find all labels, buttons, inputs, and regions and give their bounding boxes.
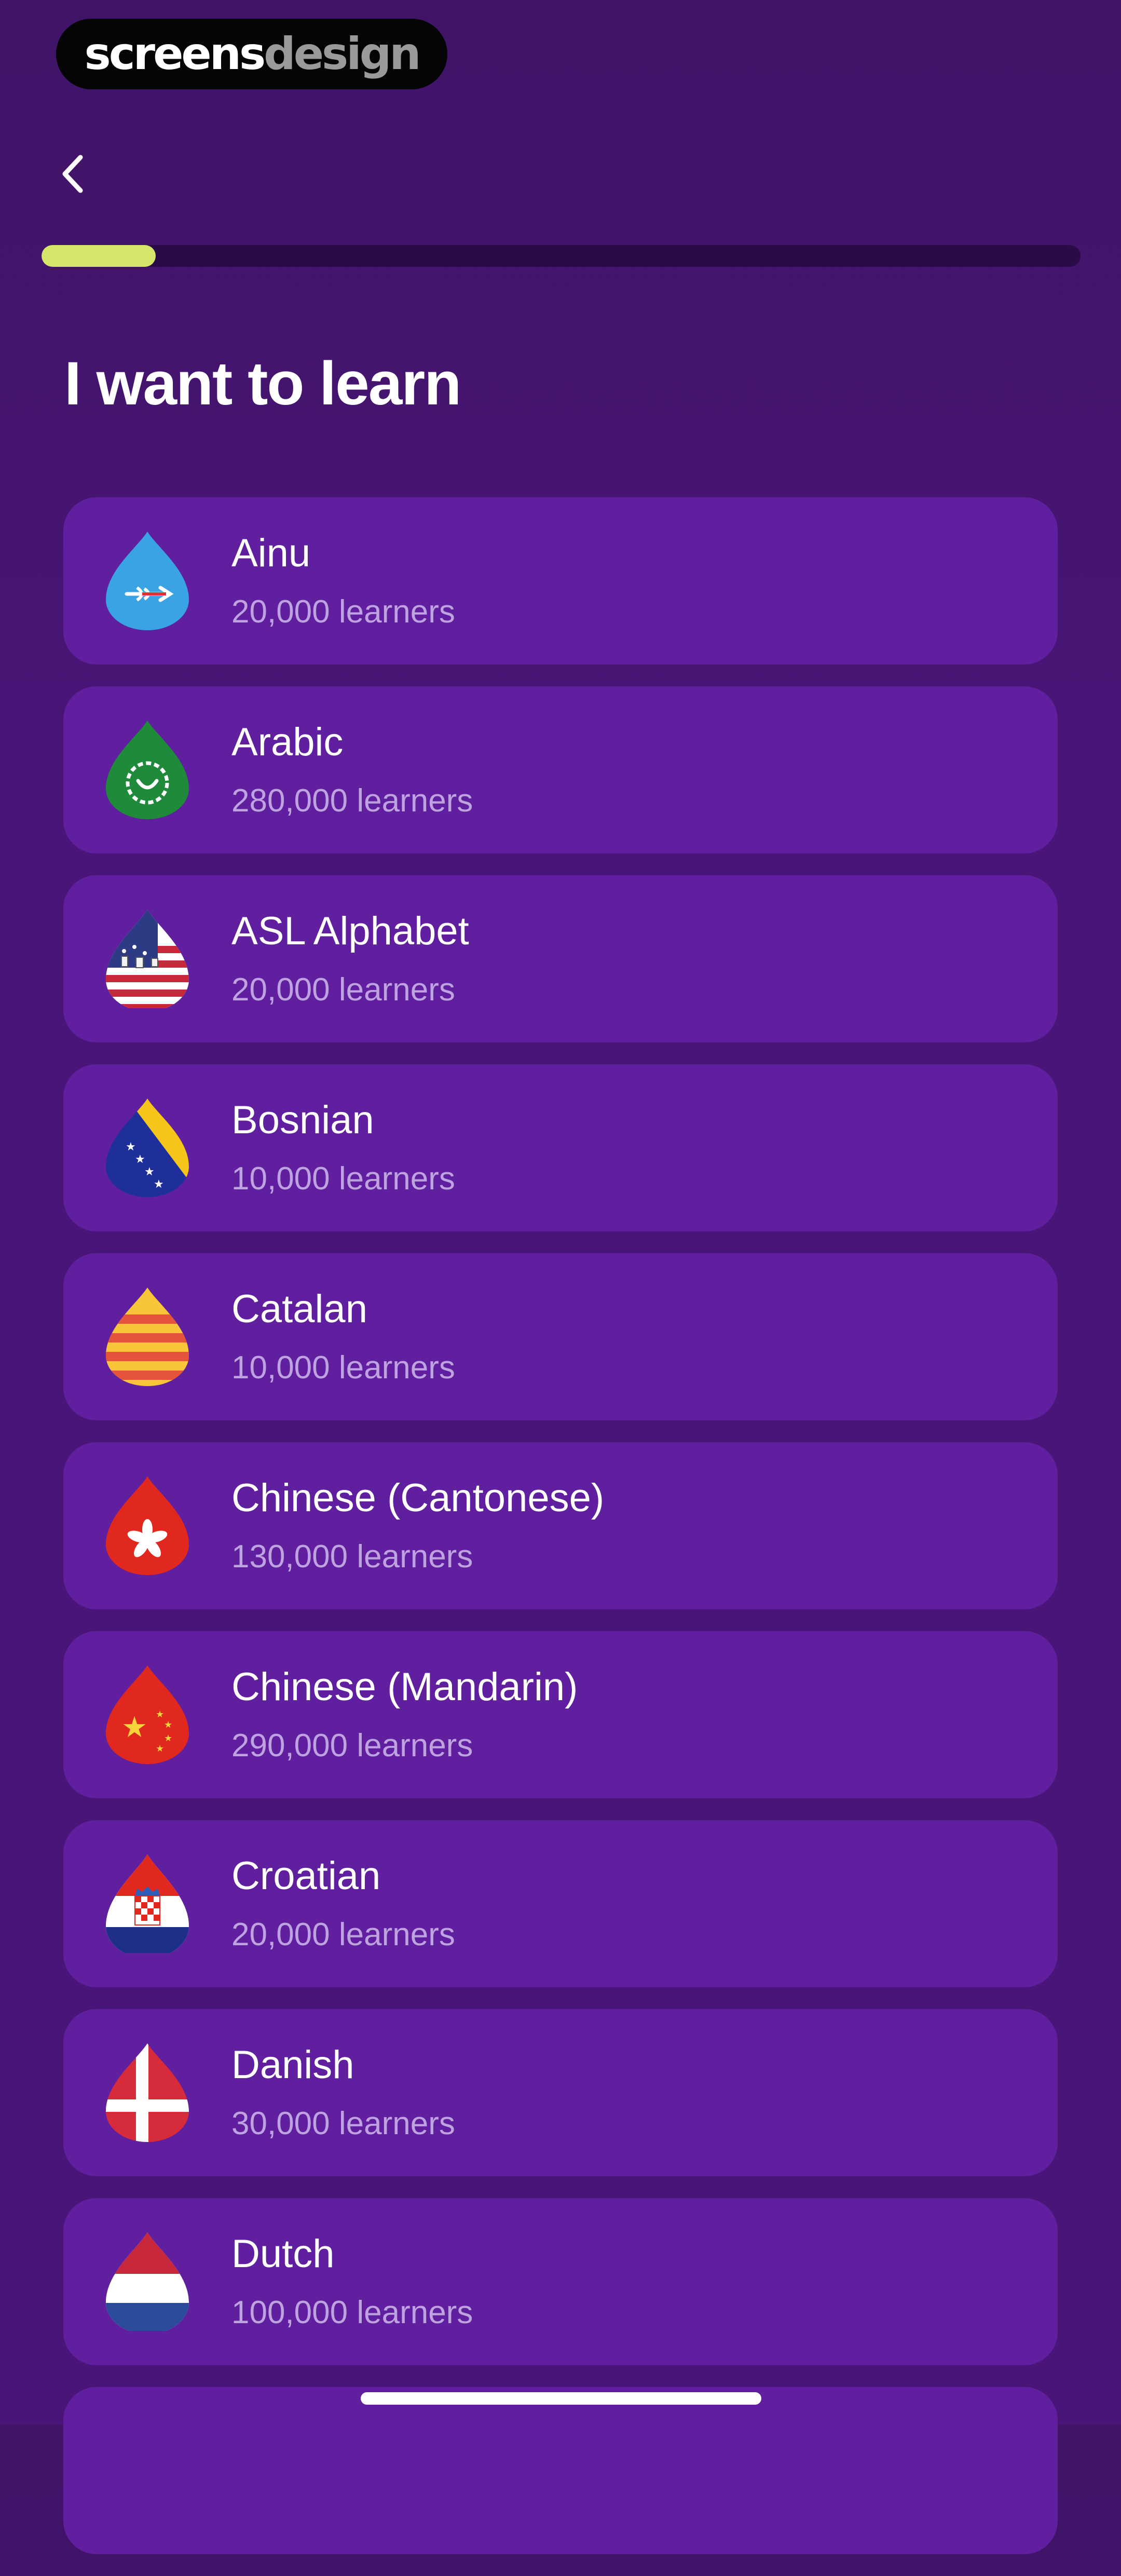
language-option-arabic[interactable]: Arabic 280,000 learners: [63, 686, 1058, 853]
svg-text:★: ★: [164, 1733, 172, 1744]
language-option-croatian[interactable]: Croatian 20,000 learners: [63, 1820, 1058, 1987]
svg-text:★: ★: [156, 1709, 164, 1720]
progress-bar: [42, 245, 1081, 267]
asl-flag-icon: [106, 910, 189, 1008]
learner-count: 130,000 learners: [231, 1539, 473, 1575]
learner-count: 20,000 learners: [231, 972, 455, 1008]
language-option-asl-alphabet[interactable]: ASL Alphabet 20,000 learners: [63, 875, 1058, 1042]
watermark-part-1: screens: [84, 28, 266, 80]
language-option-ainu[interactable]: Ainu 20,000 learners: [63, 497, 1058, 665]
language-name: Ainu: [231, 531, 311, 575]
bosnian-flag-icon: ★ ★ ★ ★: [106, 1099, 189, 1197]
language-list: Ainu 20,000 learners Arabic 280,000 lear…: [63, 497, 1058, 2576]
svg-text:★: ★: [126, 1141, 136, 1154]
language-name: Chinese (Cantonese): [231, 1476, 605, 1520]
learner-count: 10,000 learners: [231, 1161, 455, 1197]
svg-text:★: ★: [144, 1165, 155, 1178]
learner-count: 280,000 learners: [231, 783, 473, 819]
hong-kong-flag-icon: [106, 1476, 189, 1575]
home-indicator: [361, 2392, 761, 2405]
page-title: I want to learn: [64, 349, 461, 418]
language-name: Bosnian: [231, 1098, 374, 1142]
language-name: ASL Alphabet: [231, 909, 469, 953]
arabic-flag-icon: [106, 721, 189, 819]
language-option-catalan[interactable]: Catalan 10,000 learners: [63, 1253, 1058, 1420]
language-option-chinese-cantonese[interactable]: Chinese (Cantonese) 130,000 learners: [63, 1442, 1058, 1609]
learner-count: 20,000 learners: [231, 594, 455, 630]
svg-text:★: ★: [156, 1743, 164, 1754]
catalan-flag-icon: [106, 1287, 189, 1386]
learner-count: 10,000 learners: [231, 1350, 455, 1386]
language-option-partial[interactable]: [63, 2387, 1058, 2554]
chevron-left-icon: [62, 155, 83, 193]
language-name: Danish: [231, 2043, 354, 2087]
croatian-flag-icon: [106, 1854, 189, 1953]
language-name: Arabic: [231, 720, 344, 764]
back-button[interactable]: [50, 145, 97, 202]
language-name: Chinese (Mandarin): [231, 1665, 578, 1709]
language-option-bosnian[interactable]: ★ ★ ★ ★ Bosnian 10,000 learners: [63, 1064, 1058, 1231]
svg-text:★: ★: [164, 1719, 172, 1730]
screensdesign-watermark: screens design: [56, 19, 447, 89]
language-option-dutch[interactable]: Dutch 100,000 learners: [63, 2198, 1058, 2365]
learner-count: 20,000 learners: [231, 1917, 455, 1953]
svg-text:★: ★: [121, 1711, 147, 1744]
learner-count: 30,000 learners: [231, 2106, 455, 2141]
svg-text:★: ★: [154, 1178, 164, 1191]
language-option-chinese-mandarin[interactable]: ★ ★ ★ ★ ★ Chinese (Mandarin) 290,000 lea…: [63, 1631, 1058, 1798]
dutch-flag-icon: [106, 2232, 189, 2331]
language-name: Croatian: [231, 1854, 381, 1898]
language-name: Catalan: [231, 1287, 367, 1331]
language-option-danish[interactable]: Danish 30,000 learners: [63, 2009, 1058, 2176]
svg-text:★: ★: [135, 1153, 145, 1166]
ainu-flag-icon: [106, 532, 189, 630]
danish-flag-icon: [106, 2043, 189, 2142]
watermark-part-2: design: [264, 28, 421, 80]
learner-count: 290,000 learners: [231, 1728, 473, 1764]
china-flag-icon: ★ ★ ★ ★ ★: [106, 1665, 189, 1764]
learner-count: 100,000 learners: [231, 2295, 473, 2330]
progress-fill: [42, 245, 156, 267]
language-name: Dutch: [231, 2232, 335, 2276]
